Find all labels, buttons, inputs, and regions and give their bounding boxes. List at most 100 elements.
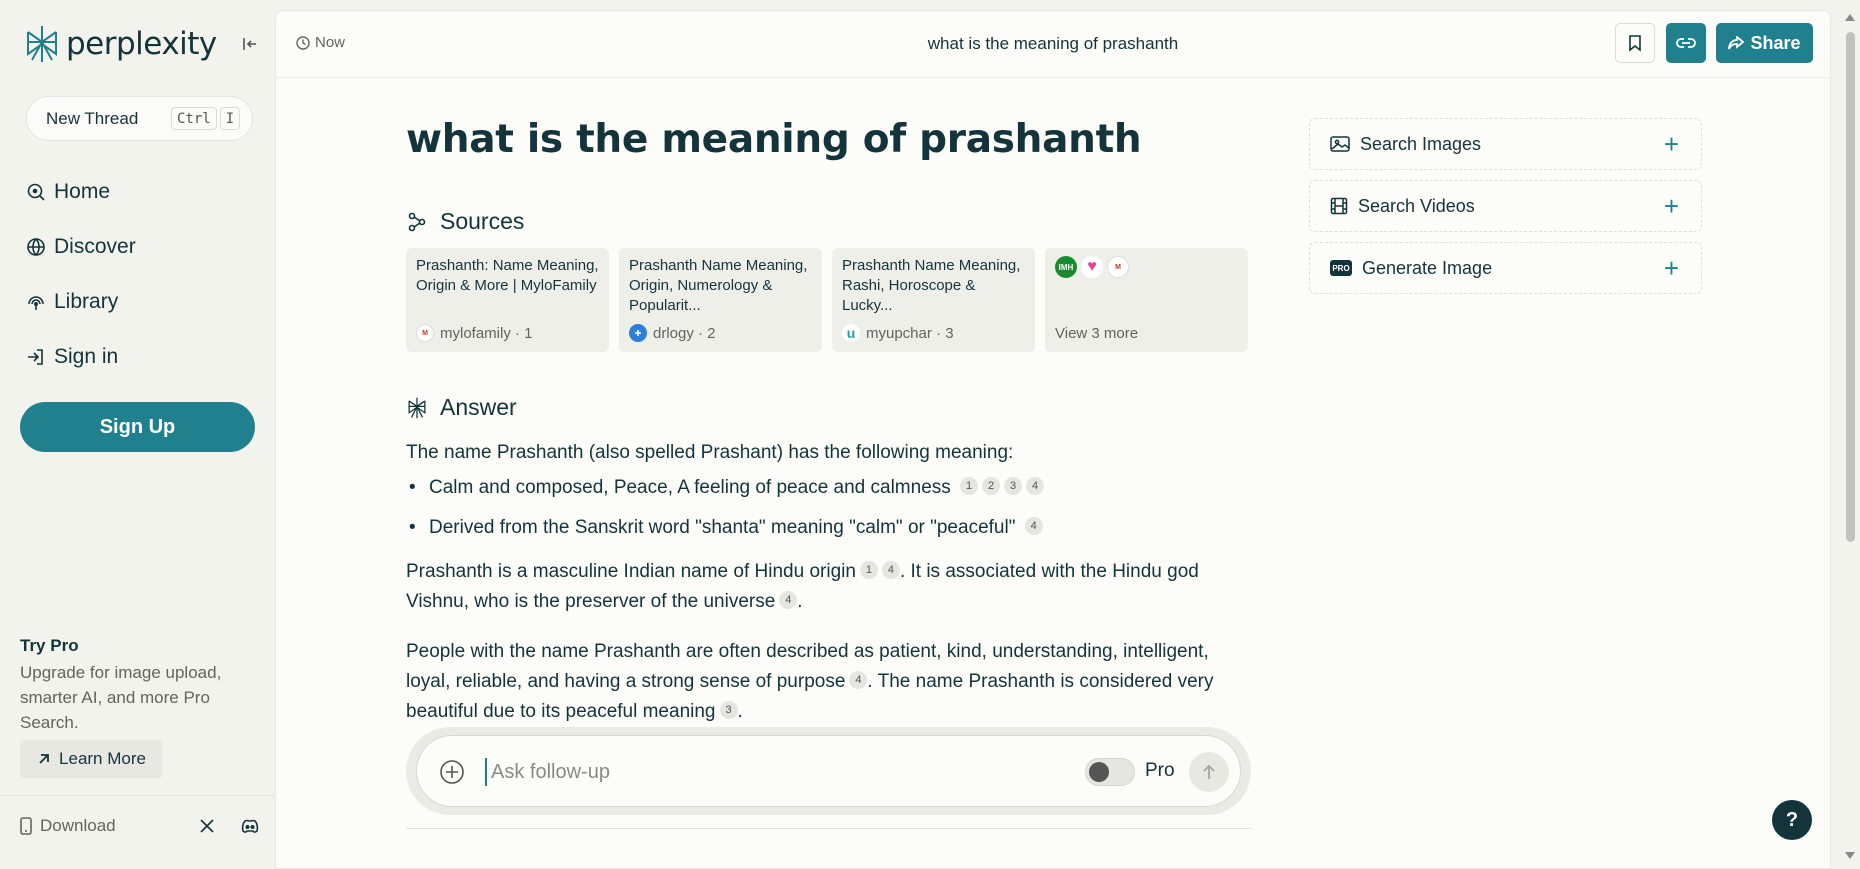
citation-badge[interactable]: 3: [719, 701, 738, 719]
thread-title: what is the meaning of prashanth: [927, 34, 1179, 53]
x-twitter-link[interactable]: [196, 815, 218, 837]
try-pro-title: Try Pro: [20, 636, 79, 655]
citation-badge[interactable]: 1: [960, 477, 979, 495]
citation-badge[interactable]: 3: [1004, 477, 1023, 495]
sign-in-icon: [28, 349, 43, 365]
answer-heading-label: Answer: [440, 394, 517, 420]
help-button[interactable]: ?: [1772, 800, 1812, 840]
bookmark-icon: [1629, 35, 1641, 52]
sources-icon: [408, 212, 426, 231]
follow-up-input[interactable]: [485, 758, 1045, 786]
citation-badge[interactable]: 4: [881, 561, 900, 579]
source-card[interactable]: Prashanth Name Meaning, Rashi, Horoscope…: [832, 248, 1035, 352]
query-title: what is the meaning of prashanth: [406, 117, 1142, 162]
answer-bullet: Calm and composed, Peace, A feeling of p…: [409, 477, 1045, 499]
new-thread-button[interactable]: New Thread Ctrl I: [26, 96, 253, 141]
scroll-down-arrow-icon[interactable]: [1845, 852, 1855, 859]
pro-toggle[interactable]: [1085, 758, 1135, 786]
search-images-label: Search Images: [1360, 133, 1482, 154]
generate-image-button[interactable]: PRO Generate Image +: [1309, 242, 1702, 294]
discord-link[interactable]: [239, 815, 261, 837]
kbd-ctrl: Ctrl: [171, 107, 217, 130]
sidebar: perplexity New Thread Ctrl I Home Discov…: [0, 0, 274, 869]
collapse-icon: [243, 38, 256, 50]
source-card[interactable]: Prashanth: Name Meaning, Origin & More |…: [406, 248, 609, 352]
learn-more-button[interactable]: Learn More: [20, 740, 163, 778]
collapse-sidebar-button[interactable]: [238, 32, 262, 56]
scroll-thumb[interactable]: [1846, 32, 1855, 542]
main-panel: Now what is the meaning of prashanth Sha…: [275, 10, 1831, 869]
sidebar-item-sign-in[interactable]: Sign in: [26, 345, 118, 369]
download-button[interactable]: Download: [20, 816, 116, 836]
image-icon: [1330, 136, 1350, 152]
logo[interactable]: perplexity: [24, 24, 217, 64]
arrow-up-icon: [1203, 764, 1215, 779]
kbd-i: I: [220, 107, 240, 130]
share-label: Share: [1750, 32, 1801, 53]
answer-heading: Answer: [406, 394, 517, 421]
plus-icon: +: [1663, 129, 1679, 159]
search-videos-button[interactable]: Search Videos +: [1309, 180, 1702, 232]
film-icon: [1330, 197, 1348, 215]
sidebar-item-library[interactable]: Library: [26, 290, 118, 314]
sidebar-item-label: Library: [54, 290, 119, 313]
thread-header: Now what is the meaning of prashanth Sha…: [276, 11, 1830, 78]
search-images-button[interactable]: Search Images +: [1309, 118, 1702, 170]
answer-intro: The name Prashanth (also spelled Prashan…: [406, 442, 1014, 463]
answer-bullet: Derived from the Sanskrit word "shanta" …: [409, 517, 1043, 539]
sources-heading-label: Sources: [440, 208, 525, 234]
toggle-knob: [1089, 762, 1109, 782]
citation-badge[interactable]: 2: [982, 477, 1001, 495]
source-site: myupchar · 3: [866, 324, 954, 342]
bottom-divider: [406, 828, 1251, 829]
source-meta: u myupchar · 3: [842, 324, 954, 342]
bullet-text: Calm and composed, Peace, A feeling of p…: [429, 477, 951, 498]
link-icon: [1676, 38, 1696, 48]
bookmark-button[interactable]: [1615, 23, 1655, 63]
perplexity-answer-icon: [408, 397, 426, 418]
scroll-up-arrow-icon[interactable]: [1845, 14, 1855, 21]
generate-image-label: Generate Image: [1362, 257, 1493, 278]
more-favicons: IMH ♥ M: [1055, 256, 1238, 278]
download-label: Download: [40, 816, 116, 835]
attach-plus-icon[interactable]: [439, 759, 465, 785]
submit-button[interactable]: [1189, 752, 1229, 792]
source-meta: M mylofamily · 1: [416, 324, 533, 342]
globe-icon: [27, 238, 45, 256]
share-button[interactable]: Share: [1716, 23, 1813, 63]
follow-up-container: Pro: [406, 727, 1251, 815]
view-more-label: View 3 more: [1055, 325, 1139, 342]
heart-favicon-icon: ♥: [1081, 256, 1103, 278]
citation-badge[interactable]: 4: [849, 671, 868, 689]
sidebar-item-discover[interactable]: Discover: [26, 235, 136, 259]
library-icon: [28, 296, 44, 310]
sidebar-item-label: Sign in: [54, 345, 119, 368]
source-card[interactable]: Prashanth Name Meaning, Origin, Numerolo…: [619, 248, 822, 352]
phone-icon: [20, 817, 32, 835]
source-site: drlogy · 2: [653, 324, 716, 342]
source-title: Prashanth: Name Meaning, Origin & More |…: [416, 257, 599, 294]
pro-badge-icon: PRO: [1330, 260, 1352, 276]
citation-badge[interactable]: 4: [1026, 477, 1045, 495]
new-thread-label: New Thread: [46, 108, 139, 128]
citation-badge[interactable]: 4: [779, 591, 798, 609]
sign-up-button[interactable]: Sign Up: [20, 402, 255, 452]
sidebar-divider: [0, 795, 274, 796]
view-more-sources-card[interactable]: IMH ♥ M View 3 more: [1045, 248, 1248, 352]
arrow-up-right-icon: [39, 754, 49, 764]
answer-paragraph: Prashanth is a masculine Indian name of …: [406, 561, 1199, 612]
answer-paragraph: People with the name Prashanth are often…: [406, 641, 1214, 722]
myupchar-favicon-icon: u: [842, 324, 860, 342]
citation-badge[interactable]: 1: [859, 561, 878, 579]
scrollbar[interactable]: [1842, 10, 1858, 869]
share-icon: [1728, 36, 1745, 50]
copy-link-button[interactable]: [1666, 23, 1706, 63]
search-videos-label: Search Videos: [1358, 195, 1475, 216]
sidebar-item-home[interactable]: Home: [26, 180, 110, 204]
source-meta: ✚ drlogy · 2: [629, 324, 716, 342]
citation-badge[interactable]: 4: [1024, 517, 1043, 535]
sidebar-item-label: Discover: [54, 235, 136, 258]
try-pro-description: Upgrade for image upload, smarter AI, an…: [20, 663, 222, 732]
sources-heading: Sources: [406, 208, 524, 235]
logo-text: perplexity: [66, 26, 217, 62]
